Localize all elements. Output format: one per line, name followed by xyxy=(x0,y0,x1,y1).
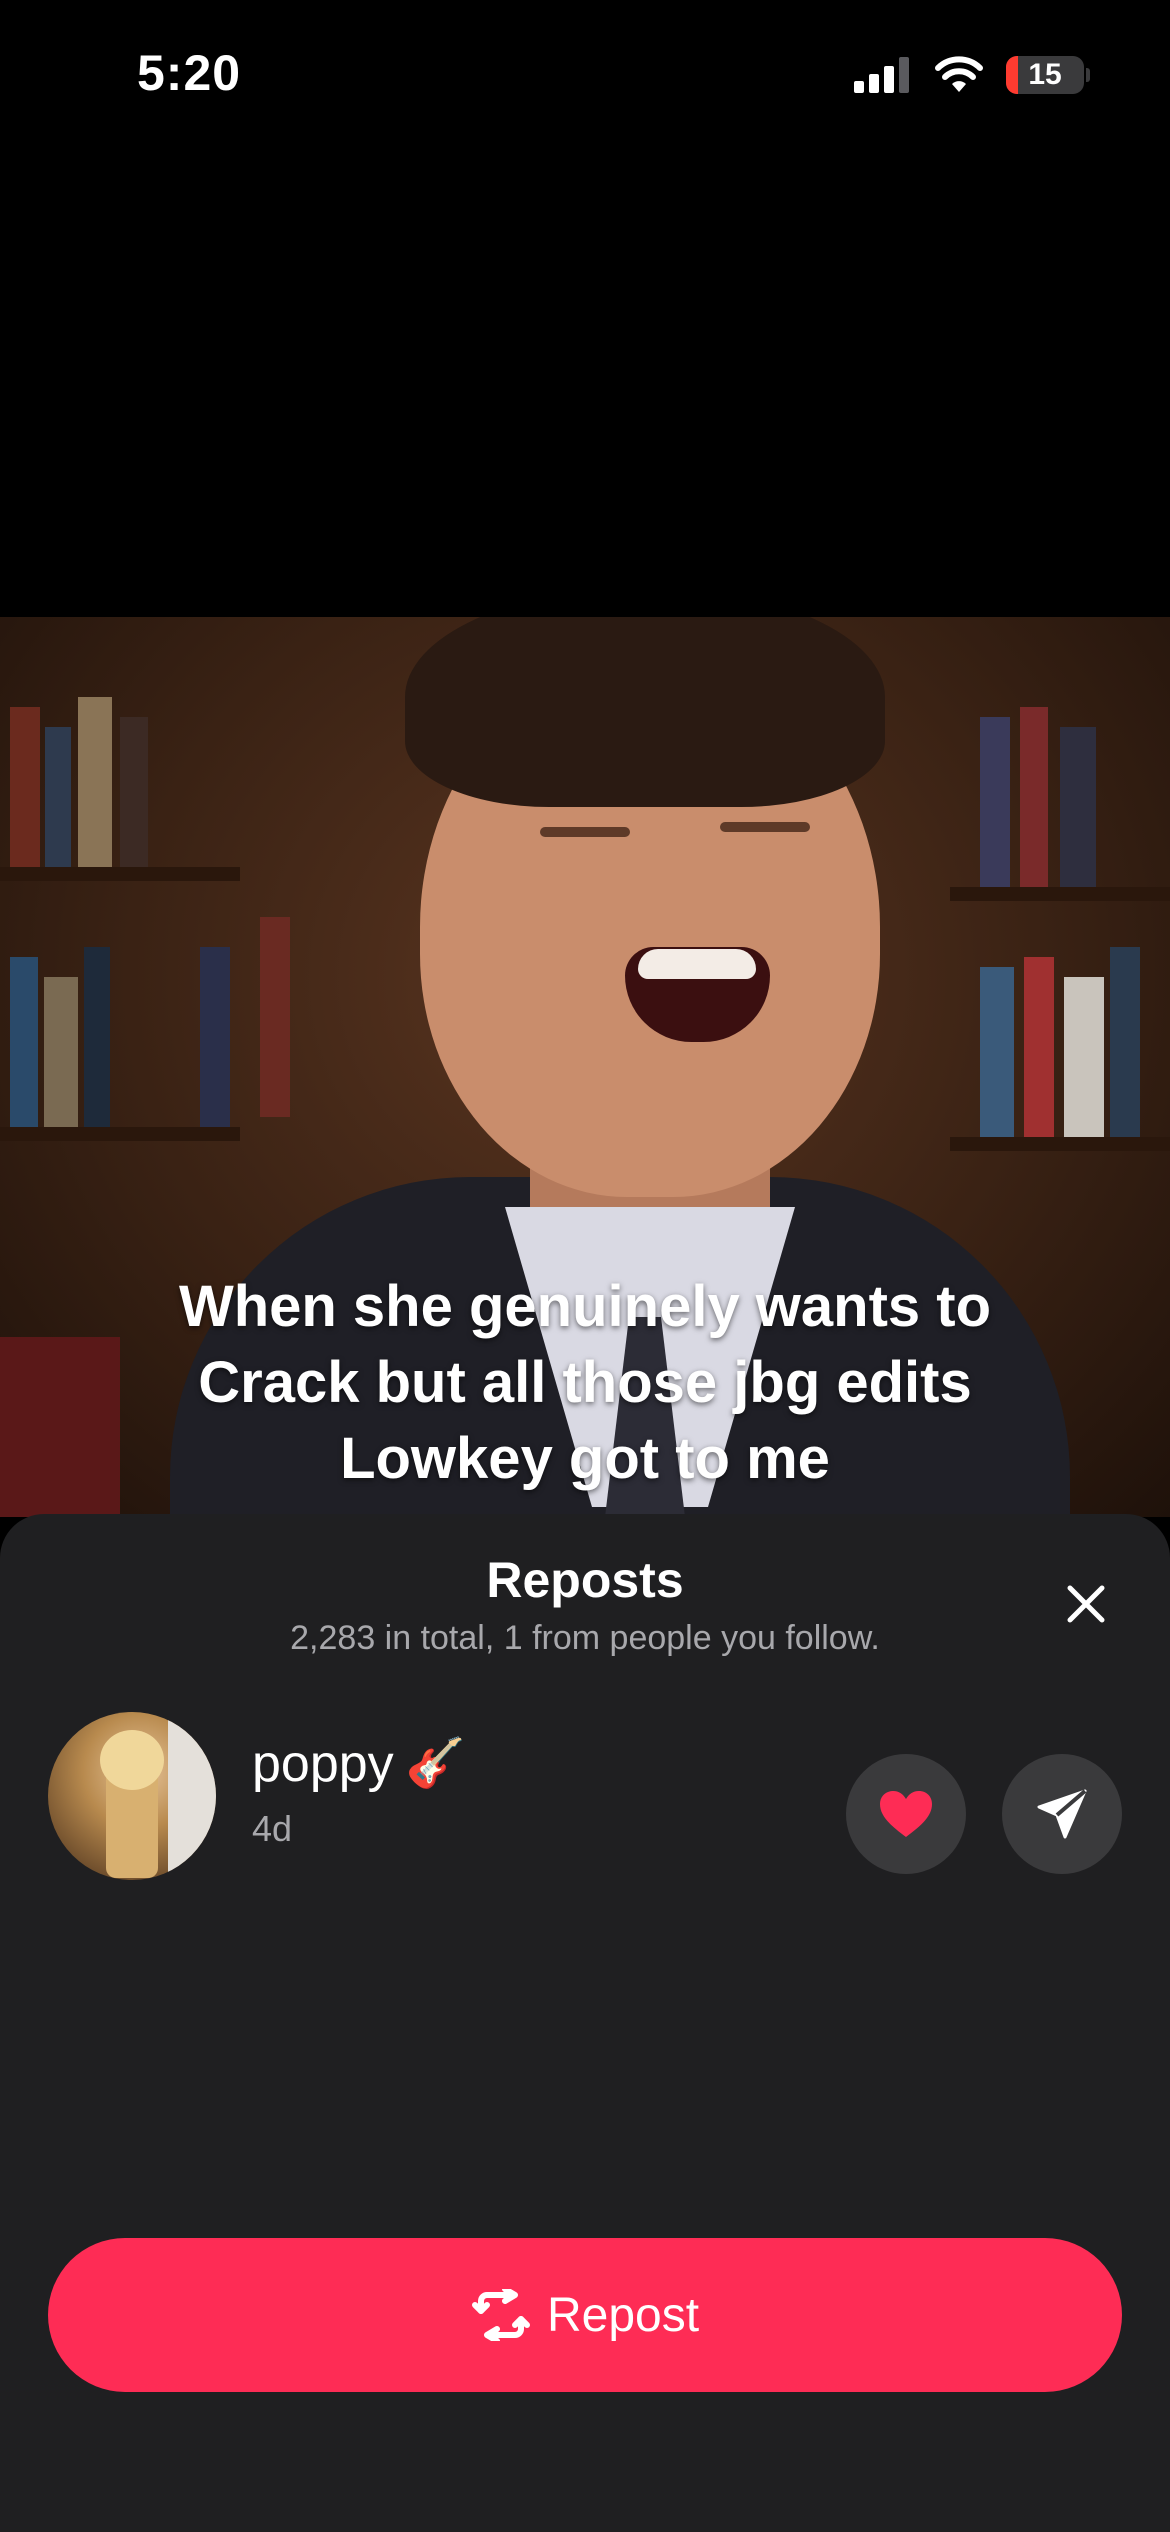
video-player[interactable]: When she genuinely wants to Crack but al… xyxy=(0,617,1170,1517)
guitar-icon: 🎸 xyxy=(405,1737,466,1790)
person-eye xyxy=(540,827,630,837)
person-eye xyxy=(720,822,810,832)
battery-indicator: 15 xyxy=(1006,56,1090,94)
book xyxy=(10,707,40,867)
book xyxy=(200,947,230,1127)
like-button[interactable] xyxy=(846,1754,966,1874)
battery-level: 15 xyxy=(1028,58,1062,91)
sheet-subtitle: 2,283 in total, 1 from people you follow… xyxy=(290,1619,880,1657)
heart-icon xyxy=(880,1791,932,1837)
battery-icon: 15 xyxy=(1006,56,1084,94)
send-icon xyxy=(1037,1789,1087,1839)
bookshelf xyxy=(950,887,1170,901)
status-bar: 5:20 15 xyxy=(0,0,1170,150)
repost-button[interactable]: Repost xyxy=(48,2238,1122,2392)
book xyxy=(980,717,1010,887)
reposts-sheet: Reposts 2,283 in total, 1 from people yo… xyxy=(0,1514,1170,2532)
battery-cap xyxy=(1086,68,1090,82)
wifi-icon xyxy=(934,56,984,94)
reposter-row[interactable]: poppy 🎸 4d xyxy=(0,1712,1170,1884)
caption-line: Lowkey got to me xyxy=(340,1426,830,1491)
book xyxy=(1020,707,1048,887)
bookshelf xyxy=(0,867,240,881)
book xyxy=(1060,727,1096,887)
bookshelf xyxy=(0,1127,240,1141)
caption-line: When she genuinely wants to xyxy=(178,1274,992,1339)
signal-icon xyxy=(854,57,912,93)
avatar[interactable] xyxy=(48,1712,216,1880)
book xyxy=(10,957,38,1127)
close-button[interactable] xyxy=(1060,1578,1112,1630)
book xyxy=(44,977,78,1127)
username-text: poppy xyxy=(252,1735,394,1793)
status-icons: 15 xyxy=(854,56,1090,94)
username[interactable]: poppy 🎸 xyxy=(252,1734,465,1794)
book xyxy=(260,917,290,1117)
battery-fill xyxy=(1006,56,1018,94)
repost-icon xyxy=(471,2289,530,2341)
person-hair xyxy=(405,617,885,807)
screen: 5:20 15 When she genuinely wants to Crac… xyxy=(0,0,1170,2532)
repost-time: 4d xyxy=(252,1808,293,1849)
book xyxy=(78,697,112,867)
close-icon xyxy=(1067,1585,1105,1623)
person-teeth xyxy=(638,949,756,979)
book xyxy=(120,717,148,867)
book xyxy=(1024,957,1054,1137)
status-time: 5:20 xyxy=(137,45,242,101)
book xyxy=(1064,977,1104,1137)
avatar-hair xyxy=(100,1730,164,1790)
bookshelf xyxy=(950,1137,1170,1151)
repost-label: Repost xyxy=(546,2288,700,2342)
avatar-background xyxy=(168,1712,216,1880)
book xyxy=(1110,947,1140,1137)
video-caption: When she genuinely wants to Crack but al… xyxy=(0,1269,1170,1497)
book xyxy=(84,947,110,1127)
caption-line: Crack but all those jbg edits xyxy=(198,1350,972,1415)
share-button[interactable] xyxy=(1002,1754,1122,1874)
book xyxy=(45,727,71,867)
book xyxy=(980,967,1014,1137)
sheet-title: Reposts xyxy=(486,1552,684,1608)
